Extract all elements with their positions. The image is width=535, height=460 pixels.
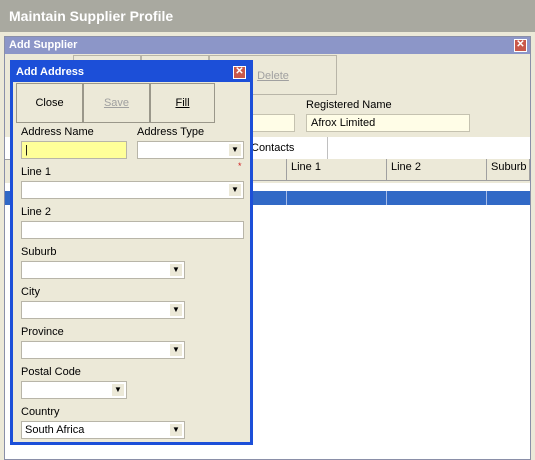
suburb-label: Suburb [21, 246, 57, 258]
line2-input[interactable] [21, 221, 244, 239]
address-type-label: Address Type [137, 126, 205, 138]
add-address-title: Add Address [13, 63, 250, 82]
grid-header-line1[interactable]: Line 1 [287, 159, 387, 181]
save-button-label: Save [103, 97, 130, 109]
grid-divider [486, 191, 487, 205]
province-select[interactable]: ▼ [21, 341, 185, 359]
required-marker-icon: * [238, 161, 242, 171]
registered-name-label: Registered Name [306, 99, 392, 111]
province-label: Province [21, 326, 64, 338]
address-name-input[interactable]: | [21, 141, 127, 159]
supplier-close-icon[interactable]: ✕ [514, 39, 527, 52]
line1-label: Line 1 [21, 166, 51, 178]
fill-button-label: Fill [175, 97, 190, 109]
city-select[interactable]: ▼ [21, 301, 185, 319]
country-select[interactable]: South Africa ▼ [21, 421, 185, 439]
chevron-down-icon[interactable]: ▼ [169, 263, 183, 277]
grid-header-blank [247, 159, 287, 181]
suburb-select[interactable]: ▼ [21, 261, 185, 279]
grid-divider [286, 191, 287, 205]
grid-divider [386, 191, 387, 205]
address-name-label: Address Name [21, 126, 94, 138]
add-address-dialog: Add Address ✕ Close Save Fill Address Na… [10, 60, 253, 445]
grid-header-suburb[interactable]: Suburb [487, 159, 530, 181]
chevron-down-icon[interactable]: ▼ [169, 423, 183, 437]
save-button[interactable]: Save [83, 83, 150, 123]
address-type-select[interactable]: ▼ [137, 141, 244, 159]
country-value: South Africa [25, 424, 85, 436]
chevron-down-icon[interactable]: ▼ [169, 303, 183, 317]
line1-select[interactable]: ▼ [21, 181, 244, 199]
close-button[interactable]: Close [16, 83, 83, 123]
line2-label: Line 2 [21, 206, 51, 218]
chevron-down-icon[interactable]: ▼ [228, 143, 242, 157]
postal-code-select[interactable]: ▼ [21, 381, 127, 399]
city-label: City [21, 286, 40, 298]
main-window-title: Maintain Supplier Profile [0, 0, 535, 32]
chevron-down-icon[interactable]: ▼ [169, 343, 183, 357]
country-label: Country [21, 406, 60, 418]
tab-contacts[interactable]: Contacts [247, 137, 328, 159]
delete-button-label: Delete [257, 70, 289, 82]
address-close-icon[interactable]: ✕ [233, 66, 246, 79]
chevron-down-icon[interactable]: ▼ [228, 183, 242, 197]
add-supplier-title: Add Supplier [5, 37, 530, 54]
registered-name-field[interactable]: Afrox Limited [306, 114, 470, 132]
fill-button[interactable]: Fill [150, 83, 215, 123]
grid-header-line2[interactable]: Line 2 [387, 159, 487, 181]
postal-code-label: Postal Code [21, 366, 81, 378]
supplier-field[interactable] [249, 114, 295, 132]
chevron-down-icon[interactable]: ▼ [111, 383, 125, 397]
